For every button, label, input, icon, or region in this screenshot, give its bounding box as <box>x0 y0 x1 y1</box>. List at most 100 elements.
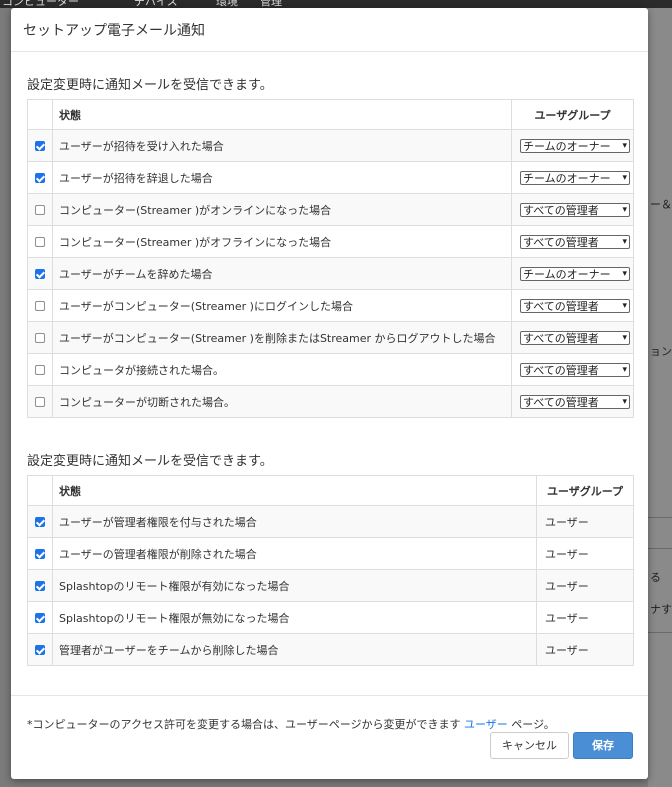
checkbox-cell <box>27 569 53 602</box>
table-row: ユーザーが管理者権限を付与された場合 ユーザー <box>27 505 634 538</box>
user-group-value: すべての管理者 <box>523 363 599 377</box>
chevron-down-icon: ▾ <box>621 139 627 152</box>
header-user-group: ユーザグループ <box>511 99 634 130</box>
user-group-select[interactable]: すべての管理者 ▾ <box>520 394 630 409</box>
email-notification-dialog: セットアップ電子メール通知 設定変更時に通知メールを受信できます。 状態 ユーザ… <box>11 8 648 779</box>
footer-note: *コンピューターのアクセス許可を変更する場合は、ユーザーページから変更ができます… <box>27 716 555 732</box>
chevron-down-icon: ▾ <box>621 395 627 408</box>
header-status: 状態 <box>52 99 512 130</box>
user-group-cell: すべての管理者 ▾ <box>511 321 634 354</box>
notify-checkbox[interactable] <box>35 397 45 407</box>
notify-checkbox[interactable] <box>35 581 45 591</box>
user-group-value: ユーザー <box>536 505 634 538</box>
checkbox-cell <box>27 537 53 570</box>
user-group-value: ユーザー <box>536 601 634 634</box>
checkbox-cell <box>27 225 53 258</box>
user-group-value: すべての管理者 <box>523 299 599 313</box>
condition-label: Splashtopのリモート権限が有効になった場合 <box>52 569 537 602</box>
save-button[interactable]: 保存 <box>573 732 633 759</box>
header-user-group: ユーザグループ <box>536 475 634 506</box>
condition-label: ユーザーがチームを辞めた場合 <box>52 257 512 290</box>
chevron-down-icon: ▾ <box>621 363 627 376</box>
bg-divider <box>648 632 672 633</box>
cancel-button[interactable]: キャンセル <box>490 732 569 759</box>
bg-divider <box>648 517 672 518</box>
bg-fragment: ナする <box>650 603 672 616</box>
table-row: コンピュータが接続された場合。 すべての管理者 ▾ <box>27 353 634 386</box>
dialog-footer: *コンピューターのアクセス許可を変更する場合は、ユーザーページから変更ができます… <box>11 695 648 780</box>
table-row: ユーザーの管理者権限が削除された場合 ユーザー <box>27 537 634 570</box>
condition-label: ユーザーが管理者権限を付与された場合 <box>52 505 537 538</box>
user-group-select[interactable]: すべての管理者 ▾ <box>520 202 630 217</box>
notify-checkbox[interactable] <box>35 549 45 559</box>
chevron-down-icon: ▾ <box>621 331 627 344</box>
table-row: ユーザーがチームを辞めた場合 チームのオーナー ▾ <box>27 257 634 290</box>
footer-note-text: *コンピューターのアクセス許可を変更する場合は、ユーザーページから変更ができます <box>27 718 461 731</box>
notify-checkbox[interactable] <box>35 365 45 375</box>
user-group-value: ユーザー <box>536 537 634 570</box>
user-group-select[interactable]: すべての管理者 ▾ <box>520 362 630 377</box>
notify-checkbox[interactable] <box>35 141 45 151</box>
chevron-down-icon: ▾ <box>621 267 627 280</box>
condition-label: コンピューターが切断された場合。 <box>52 385 512 418</box>
condition-label: ユーザーがコンピューター(Streamer )を削除またはStreamer から… <box>52 321 512 354</box>
user-group-value: すべての管理者 <box>523 331 599 345</box>
chevron-down-icon: ▾ <box>621 299 627 312</box>
checkbox-cell <box>27 289 53 322</box>
user-notifications-table: 状態 ユーザグループ ユーザーが管理者権限を付与された場合 ユーザー ユーザーの管理… <box>27 475 634 666</box>
condition-label: コンピュータが接続された場合。 <box>52 353 512 386</box>
chevron-down-icon: ▾ <box>621 203 627 216</box>
notify-checkbox[interactable] <box>35 269 45 279</box>
user-group-select[interactable]: すべての管理者 ▾ <box>520 298 630 313</box>
user-group-select[interactable]: すべての管理者 ▾ <box>520 234 630 249</box>
notify-checkbox[interactable] <box>35 237 45 247</box>
user-group-value: チームのオーナー <box>523 267 611 281</box>
checkbox-cell <box>27 257 53 290</box>
users-page-link[interactable]: ユーザー <box>464 718 508 731</box>
section1-heading: 設定変更時に通知メールを受信できます。 <box>27 78 273 93</box>
condition-label: ユーザーがコンピューター(Streamer )にログインした場合 <box>52 289 512 322</box>
chevron-down-icon: ▾ <box>621 235 627 248</box>
user-group-cell: すべての管理者 ▾ <box>511 353 634 386</box>
user-group-cell: すべての管理者 ▾ <box>511 385 634 418</box>
user-group-value: すべての管理者 <box>523 395 599 409</box>
notify-checkbox[interactable] <box>35 645 45 655</box>
notify-checkbox[interactable] <box>35 613 45 623</box>
notify-checkbox[interactable] <box>35 301 45 311</box>
checkbox-cell <box>27 601 53 634</box>
user-group-cell: すべての管理者 ▾ <box>511 225 634 258</box>
notify-checkbox[interactable] <box>35 333 45 343</box>
checkbox-cell <box>27 633 53 666</box>
table-row: ユーザーがコンピューター(Streamer )を削除またはStreamer から… <box>27 321 634 354</box>
table-row: コンピューター(Streamer )がオンラインになった場合 すべての管理者 ▾ <box>27 193 634 226</box>
user-group-value: ユーザー <box>536 633 634 666</box>
background-topbar <box>0 0 672 8</box>
background-page <box>648 8 672 787</box>
user-group-cell: チームのオーナー ▾ <box>511 129 634 162</box>
notify-checkbox[interactable] <box>35 173 45 183</box>
checkbox-cell <box>27 353 53 386</box>
notify-checkbox[interactable] <box>35 517 45 527</box>
header-status: 状態 <box>52 475 537 506</box>
table-row: ユーザーが招待を受け入れた場合 チームのオーナー ▾ <box>27 129 634 162</box>
table-row: コンピューターが切断された場合。 すべての管理者 ▾ <box>27 385 634 418</box>
checkbox-cell <box>27 321 53 354</box>
condition-label: ユーザーが招待を受け入れた場合 <box>52 129 512 162</box>
condition-label: コンピューター(Streamer )がオフラインになった場合 <box>52 225 512 258</box>
checkbox-cell <box>27 193 53 226</box>
user-group-value: すべての管理者 <box>523 235 599 249</box>
user-group-value: チームのオーナー <box>523 139 611 153</box>
dialog-header: セットアップ電子メール通知 <box>11 8 648 52</box>
bg-divider <box>648 548 672 549</box>
header-checkbox-col <box>27 99 53 130</box>
user-group-cell: すべての管理者 ▾ <box>511 193 634 226</box>
user-group-select[interactable]: チームのオーナー ▾ <box>520 266 630 281</box>
table-row: 管理者がユーザーをチームから削除した場合 ユーザー <box>27 633 634 666</box>
chevron-down-icon: ▾ <box>621 171 627 184</box>
user-group-value: チームのオーナー <box>523 171 611 185</box>
user-group-select[interactable]: チームのオーナー ▾ <box>520 170 630 185</box>
notify-checkbox[interactable] <box>35 205 45 215</box>
user-group-select[interactable]: すべての管理者 ▾ <box>520 330 630 345</box>
condition-label: ユーザーが招待を辞退した場合 <box>52 161 512 194</box>
user-group-select[interactable]: チームのオーナー ▾ <box>520 138 630 153</box>
